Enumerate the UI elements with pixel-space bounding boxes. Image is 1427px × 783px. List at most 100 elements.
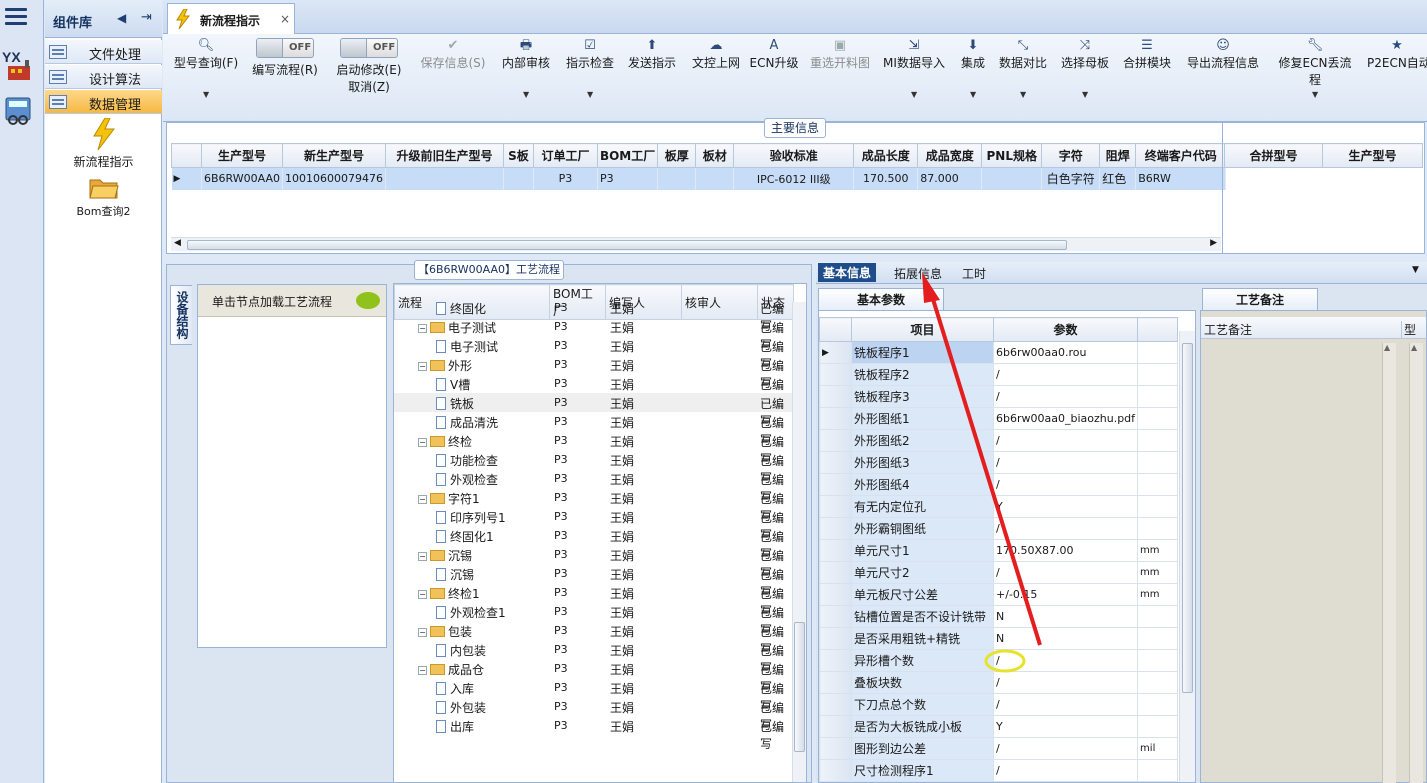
tree-node[interactable]: 沉锡 bbox=[394, 566, 549, 583]
tree-node[interactable]: 印序列号1 bbox=[394, 509, 549, 526]
cell[interactable] bbox=[657, 167, 697, 190]
cell[interactable]: 6B6RW00AA0 bbox=[201, 167, 283, 190]
cell[interactable] bbox=[981, 167, 1043, 190]
collapse-toggle-icon[interactable]: − bbox=[418, 362, 427, 371]
collapse-toggle-icon[interactable]: − bbox=[418, 628, 427, 637]
param-value[interactable]: / bbox=[992, 451, 1139, 474]
tree-node[interactable]: − 电子测试 bbox=[394, 319, 549, 336]
tab-new-flow-instruction[interactable]: 新流程指示 × bbox=[167, 3, 295, 34]
column-header[interactable]: 参数 bbox=[992, 317, 1139, 342]
column-header[interactable]: 升级前旧生产型号 bbox=[384, 143, 504, 168]
off-switch[interactable]: OFF bbox=[340, 38, 398, 58]
start-modify-toggle[interactable]: OFF 启动修改(E) 取消(Z) bbox=[333, 38, 405, 95]
tree-row[interactable]: 电子测试 P3 王娟 已编写 bbox=[394, 336, 792, 371]
cell[interactable]: B6RW bbox=[1135, 167, 1227, 190]
column-header[interactable]: 阻焊 bbox=[1099, 143, 1137, 168]
category-data-management[interactable]: 数据管理 bbox=[45, 90, 162, 114]
column-header[interactable]: 板材 bbox=[695, 143, 735, 168]
off-switch[interactable]: OFF bbox=[256, 38, 314, 58]
param-value[interactable]: / bbox=[992, 363, 1139, 386]
cell[interactable] bbox=[385, 167, 504, 190]
cell[interactable]: 白色字符 bbox=[1041, 167, 1101, 190]
dropdown-arrow-icon[interactable]: ▼ bbox=[1312, 90, 1318, 99]
param-value[interactable]: N bbox=[992, 605, 1139, 628]
param-value[interactable]: / bbox=[992, 671, 1139, 694]
doc-control-online-button[interactable]: ☁ 文控上网 bbox=[689, 38, 743, 71]
tree-row[interactable]: 印序列号1 P3 王娟 已编写 bbox=[394, 507, 792, 542]
tree-node[interactable]: 外观检查1 bbox=[394, 604, 549, 621]
tree-row[interactable]: 功能检查 P3 王娟 已编写 bbox=[394, 450, 792, 485]
param-value[interactable]: 6b6rw00aa0.rou bbox=[992, 341, 1139, 364]
calculator-icon[interactable] bbox=[4, 96, 34, 126]
param-row[interactable]: 下刀点总个数 / bbox=[819, 693, 1179, 716]
tab-work-hours[interactable]: 工时 bbox=[962, 265, 986, 282]
param-value[interactable]: / bbox=[992, 759, 1139, 782]
send-instruction-button[interactable]: ⬆ 发送指示 bbox=[625, 38, 679, 71]
tree-node[interactable]: − 字符1 bbox=[394, 490, 549, 507]
tree-row[interactable]: 外观检查1 P3 王娟 已编写 bbox=[394, 602, 792, 637]
column-header[interactable]: 型 bbox=[1401, 321, 1416, 338]
vertical-scrollbar[interactable]: ▲ bbox=[1382, 343, 1396, 783]
cell[interactable] bbox=[695, 167, 735, 190]
param-row[interactable]: 单元尺寸2/mm bbox=[819, 561, 1179, 584]
column-header[interactable]: 成品宽度 bbox=[917, 143, 983, 168]
tree-node[interactable]: − 沉锡 bbox=[394, 547, 549, 564]
param-value[interactable]: / bbox=[992, 561, 1139, 584]
param-row[interactable]: 外形图纸4/ bbox=[819, 473, 1179, 496]
dropdown-arrow-icon[interactable]: ▼ bbox=[203, 90, 209, 99]
edit-flow-toggle[interactable]: OFF 编写流程(R) bbox=[249, 38, 321, 78]
export-flow-info-button[interactable]: ☺ 导出流程信息 bbox=[1185, 38, 1261, 71]
param-row[interactable]: 有无内定位孔 Y bbox=[819, 495, 1179, 518]
param-row[interactable]: 钻槽位置是否不设计铣带 N bbox=[819, 605, 1179, 628]
tree-node[interactable]: 外包装 bbox=[394, 699, 549, 716]
param-value[interactable]: / bbox=[992, 429, 1139, 452]
tab-extended-info[interactable]: 拓展信息 bbox=[894, 265, 942, 282]
param-row[interactable]: 外形霸铜图纸 / bbox=[819, 517, 1179, 540]
param-row[interactable]: 图形到边公差 / mil bbox=[819, 737, 1179, 760]
tree-row[interactable]: − 终检1 P3 王娟 已编写 bbox=[394, 583, 792, 618]
column-header[interactable]: 板厚 bbox=[657, 143, 697, 168]
tree-row[interactable]: 终固化 P3 王娟 已编写 bbox=[394, 298, 792, 333]
yx-app-icon[interactable]: YX bbox=[2, 48, 36, 84]
column-header[interactable]: 新生产型号 bbox=[281, 143, 386, 168]
param-row[interactable]: 外形图纸1 6b6rw00aa0_biaozhu.pdf bbox=[819, 407, 1179, 430]
collapse-toggle-icon[interactable]: − bbox=[418, 324, 427, 333]
select-mother-board-button[interactable]: ⤨ 选择母板 ▼ bbox=[1059, 38, 1111, 99]
param-row[interactable]: 叠板块数 / bbox=[819, 671, 1179, 694]
tree-row[interactable]: − 终检 P3 王娟 已编写 bbox=[394, 431, 792, 466]
hamburger-menu-icon[interactable] bbox=[5, 8, 27, 28]
tree-node[interactable]: V槽 bbox=[394, 376, 549, 393]
tree-node[interactable]: 内包装 bbox=[394, 642, 549, 659]
vertical-scrollbar[interactable] bbox=[792, 302, 806, 782]
param-value[interactable]: Y bbox=[992, 495, 1139, 518]
param-row[interactable]: ▶ 铣板程序1 6b6rw00aa0.rou bbox=[819, 341, 1179, 364]
horizontal-scrollbar[interactable]: ◀ ▶ bbox=[171, 237, 1221, 251]
param-value[interactable]: / bbox=[992, 737, 1139, 760]
tree-row[interactable]: 出库 P3 王娟 已编写 bbox=[394, 716, 792, 751]
column-header[interactable]: 终端客户代码 bbox=[1135, 143, 1227, 168]
column-header[interactable]: 工艺备注 bbox=[1204, 321, 1252, 338]
tree-node[interactable]: 终固化1 bbox=[394, 528, 549, 545]
repair-ecn-lost-flow-button[interactable]: 🔧︎ 修复ECN丢流程 ▼ bbox=[1273, 38, 1357, 99]
tool-bom-query[interactable]: Bom查询2 bbox=[45, 176, 162, 219]
column-header[interactable]: 字符 bbox=[1041, 143, 1101, 168]
tree-row[interactable]: − 外形 P3 王娟 已编写 bbox=[394, 355, 792, 390]
param-value[interactable]: 6b6rw00aa0_biaozhu.pdf bbox=[992, 407, 1139, 430]
cell[interactable]: IPC-6012 III级 bbox=[733, 167, 855, 190]
tree-row[interactable]: V槽P3王娟已编写 bbox=[394, 374, 792, 409]
tree-row[interactable]: − 包装 P3 王娟 已编写 bbox=[394, 621, 792, 656]
pin-icon[interactable]: ⇥ bbox=[141, 10, 152, 25]
p2ecn-auto-button[interactable]: ★P2ECN自动▼ bbox=[1367, 38, 1427, 71]
param-row[interactable]: 尺寸检测程序1/ bbox=[819, 759, 1179, 782]
instruction-check-button[interactable]: ☑ 指示检查 ▼ bbox=[563, 38, 617, 99]
param-row[interactable]: 铣板程序3/ bbox=[819, 385, 1179, 408]
tree-row[interactable]: 入库 P3 王娟 已编写 bbox=[394, 678, 792, 713]
column-header[interactable]: 生产型号 bbox=[201, 143, 283, 168]
param-value[interactable]: / bbox=[992, 649, 1139, 672]
param-row[interactable]: 是否为大板铣成小板 Y bbox=[819, 715, 1179, 738]
collapse-toggle-icon[interactable]: − bbox=[418, 438, 427, 447]
tree-node[interactable]: 铣板 bbox=[394, 395, 549, 412]
merge-module-button[interactable]: ☰ 合拼模块 bbox=[1121, 38, 1173, 71]
tree-row[interactable]: − 电子测试 P3 王娟 已编写 bbox=[394, 317, 792, 352]
column-header[interactable]: 验收标准 bbox=[733, 143, 855, 168]
